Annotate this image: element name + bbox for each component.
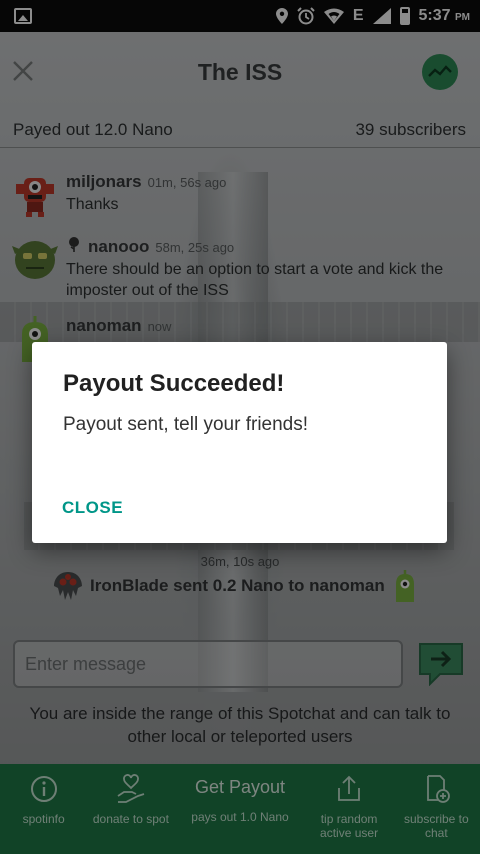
payout-dialog: Payout Succeeded! Payout sent, tell your… (32, 342, 447, 543)
close-button[interactable]: CLOSE (62, 498, 123, 518)
dialog-title: Payout Succeeded! (63, 370, 285, 397)
dialog-message: Payout sent, tell your friends! (63, 414, 309, 435)
